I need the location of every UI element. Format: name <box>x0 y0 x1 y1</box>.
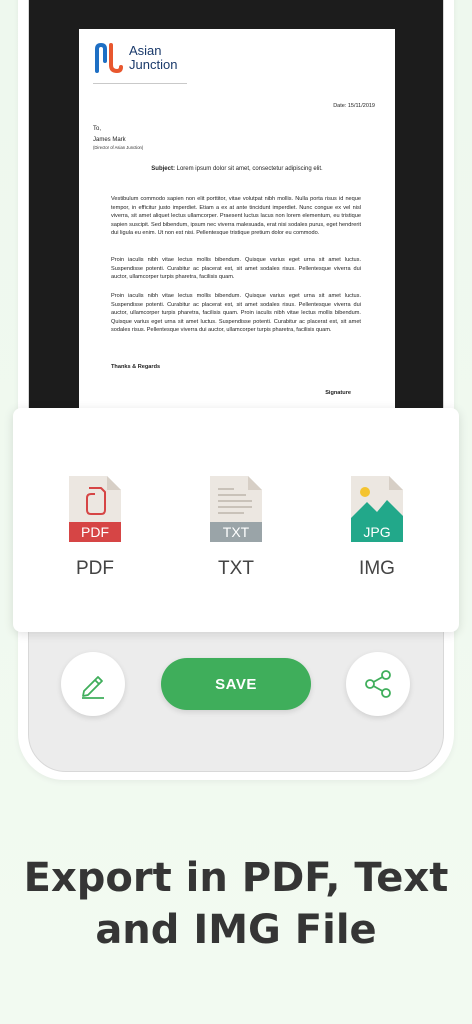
txt-badge-text: TXT <box>223 524 250 540</box>
headline-line-2: and IMG File <box>95 907 377 953</box>
company-logo: Asian Junction <box>93 41 177 75</box>
pdf-badge-text: PDF <box>81 524 109 540</box>
pencil-icon <box>82 676 104 699</box>
signature-label: Signature <box>325 390 351 396</box>
jpg-badge-text: JPG <box>363 524 390 540</box>
pdf-file-icon: PDF <box>69 476 121 542</box>
txt-file-icon: TXT <box>210 476 262 542</box>
paragraph-1: Vestibulum commodo sapien non elit portt… <box>111 196 361 237</box>
export-options-card: PDF PDF TXT TXT JPG IMG <box>13 408 459 632</box>
export-txt-option[interactable]: TXT TXT <box>191 474 281 580</box>
share-icon <box>365 670 391 698</box>
headline-line-1: Export in PDF, Text <box>23 855 449 901</box>
paragraph-3: Proin iaculis nibh vitae lectus mollis b… <box>111 293 361 334</box>
asian-junction-logo-icon <box>95 42 123 74</box>
recipient-to: To, <box>93 126 102 132</box>
subject-label: Subject: <box>151 166 175 172</box>
export-img-option[interactable]: JPG IMG <box>332 474 422 580</box>
recipient-name: James Mark <box>93 137 126 143</box>
subject-text: Lorem ipsum dolor sit amet, consectetur … <box>176 166 323 172</box>
document-date: Date: 15/11/2019 <box>333 103 375 109</box>
jpg-file-icon: JPG <box>351 476 403 542</box>
recipient-role: (Director of Asian Junction) <box>93 145 144 150</box>
export-img-label: IMG <box>359 558 395 579</box>
edit-button[interactable] <box>61 652 125 716</box>
promo-headline: Export in PDF, Text and IMG File <box>0 852 472 956</box>
subject-line: Subject: Lorem ipsum dolor sit amet, con… <box>79 166 395 172</box>
export-txt-label: TXT <box>218 558 254 579</box>
export-pdf-label: PDF <box>76 558 114 579</box>
paragraph-2: Proin iaculis nibh vitae lectus mollis b… <box>111 257 361 281</box>
divider <box>93 83 187 84</box>
export-pdf-option[interactable]: PDF PDF <box>50 474 140 580</box>
document-preview: Asian Junction Date: 15/11/2019 To, Jame… <box>29 0 443 429</box>
share-button[interactable] <box>346 652 410 716</box>
save-button[interactable]: SAVE <box>161 658 311 710</box>
logo-line-1: Asian <box>129 43 162 58</box>
document-page: Asian Junction Date: 15/11/2019 To, Jame… <box>79 29 395 429</box>
closing-regards: Thanks & Regards <box>111 364 161 370</box>
logo-line-2: Junction <box>129 57 178 72</box>
